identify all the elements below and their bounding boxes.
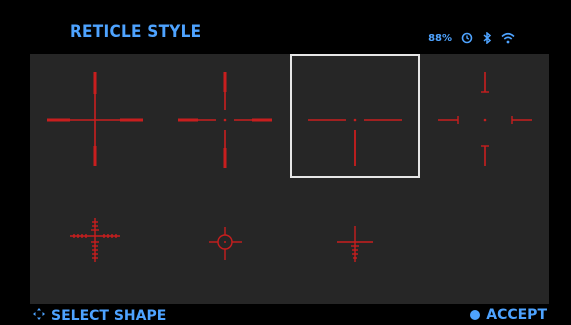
dpad-icon [32,307,46,325]
reticle-option-1[interactable] [30,54,160,178]
reticle-style-3-icon [308,118,402,166]
reticle-option-7[interactable] [290,178,420,302]
timer-icon [461,32,473,44]
accept-label: ACCEPT [486,307,547,323]
reticle-option-3[interactable] [290,54,420,178]
reticle-grid [30,54,549,304]
accept-dot-icon [470,310,481,320]
reticle-style-5-icon [70,218,120,262]
reticle-style-2-icon [178,72,272,168]
reticle-style-1-icon [47,72,143,166]
select-shape-label: SELECT SHAPE [51,308,167,324]
accept-hint[interactable]: ACCEPT [470,307,547,323]
select-shape-hint[interactable]: SELECT SHAPE [32,307,166,325]
bluetooth-icon [482,32,492,44]
reticle-option-4[interactable] [420,54,550,178]
status-bar: 88% [428,32,515,44]
reticle-style-6-icon [209,227,242,260]
battery-percentage: 88% [428,32,452,44]
top-bar: RETICLE STYLE 88% [12,10,559,50]
footer-bar: SELECT SHAPE ACCEPT [0,305,571,324]
reticle-option-2[interactable] [160,54,290,178]
page-title: RETICLE STYLE [70,22,202,42]
wifi-icon [501,32,515,44]
reticle-option-5[interactable] [30,178,160,302]
reticle-option-6[interactable] [160,178,290,302]
reticle-style-7-icon [337,226,373,262]
reticle-style-4-icon [438,72,532,166]
